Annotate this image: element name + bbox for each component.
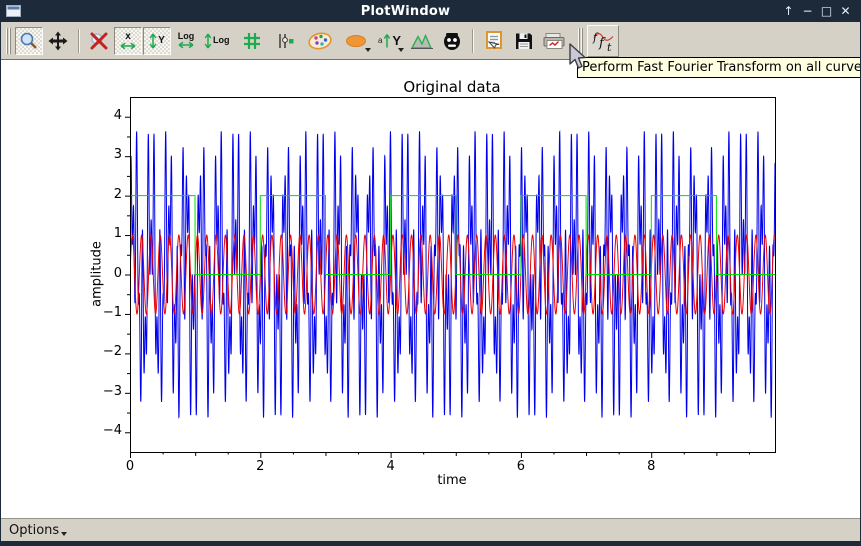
log-x-button[interactable]: Log xyxy=(172,27,200,55)
slider-params-icon xyxy=(275,31,295,51)
plot-curves xyxy=(1,60,861,519)
y-tick-label: −2 xyxy=(86,344,122,359)
shade-button[interactable]: ↑ xyxy=(782,4,795,18)
x-tick-label: 4 xyxy=(376,459,406,474)
y-tick-label: 3 xyxy=(86,147,122,162)
y-axis-arrow-icon: Y xyxy=(149,31,165,51)
x-tick-label: 6 xyxy=(506,459,536,474)
options-button[interactable]: Options xyxy=(9,523,67,538)
x-axis-label: time xyxy=(437,473,466,488)
palette-icon xyxy=(307,31,333,51)
svg-text:t: t xyxy=(607,41,612,54)
fft-icon: f f t xyxy=(590,28,616,54)
y-tick-label: −3 xyxy=(86,384,122,399)
close-button[interactable]: ✕ xyxy=(839,4,852,18)
curve-style-button[interactable] xyxy=(304,27,336,55)
plot-window: PlotWindow ↑ − □ ✕ xyxy=(0,0,861,546)
minimize-button[interactable]: − xyxy=(801,4,814,18)
x-axis-arrow-icon: x xyxy=(118,32,138,50)
save-button[interactable] xyxy=(510,27,538,55)
window-title: PlotWindow xyxy=(21,4,790,19)
curve-stats-button[interactable] xyxy=(407,27,437,55)
curve-sine xyxy=(130,235,775,314)
svg-text:f: f xyxy=(592,31,599,44)
window-controls: ↑ − □ ✕ xyxy=(782,0,852,22)
y-tick-label: 1 xyxy=(86,226,122,241)
toolbar-separator xyxy=(472,29,474,53)
ellipse-icon xyxy=(345,33,369,49)
y-tick-label: −1 xyxy=(86,305,122,320)
y-tick-label: 4 xyxy=(86,108,122,123)
dropdown-caret-icon xyxy=(365,48,371,52)
window-icon xyxy=(6,5,21,17)
fft-button[interactable]: f f t xyxy=(587,25,619,57)
log-x-arrow-icon: Log xyxy=(176,32,196,49)
title-bar: PlotWindow ↑ − □ ✕ xyxy=(1,0,860,22)
curve-square xyxy=(130,196,775,275)
y-axis-scale-button[interactable]: Y xyxy=(143,27,171,55)
curve-multisine xyxy=(130,131,775,418)
dropdown-caret-icon xyxy=(398,48,404,52)
x-tick-label: 2 xyxy=(245,459,275,474)
toolbar-separator xyxy=(78,29,80,53)
copy-to-clipboard-button[interactable] xyxy=(479,27,509,55)
plot-title: Original data xyxy=(403,78,500,96)
plot-canvas[interactable]: Original data time amplitude 02468−4−3−2… xyxy=(1,60,860,519)
dropdown-caret-icon xyxy=(61,532,67,536)
magnifier-icon xyxy=(18,30,40,52)
grid-icon xyxy=(242,31,262,51)
x-axis-scale-button[interactable]: x xyxy=(114,27,142,55)
toolbar-handle[interactable] xyxy=(6,28,11,54)
zoom-button[interactable] xyxy=(15,27,43,55)
cancel-magnifier-icon xyxy=(88,30,110,52)
log-y-button[interactable]: Log xyxy=(201,27,233,55)
toolbar: x Y Log Log xyxy=(1,22,860,60)
x-tick-label: 0 xyxy=(115,459,145,474)
options-label: Options xyxy=(9,523,59,538)
clipboard-icon xyxy=(482,29,506,53)
mouse-cursor-icon xyxy=(564,42,586,72)
tooltip: Perform Fast Fourier Transform on all cu… xyxy=(577,57,861,78)
y-tick-label: −4 xyxy=(86,423,122,438)
histogram-icon xyxy=(410,32,434,50)
grid-button[interactable] xyxy=(238,27,266,55)
y-range-tool-button[interactable]: a Y xyxy=(374,27,406,55)
mask-icon xyxy=(442,31,462,51)
log-y-arrow-icon: Log xyxy=(204,31,230,51)
x-tick-label: 8 xyxy=(636,459,666,474)
status-bar: Options xyxy=(1,518,860,541)
pan-arrows-icon xyxy=(47,30,69,52)
y-tick-label: 2 xyxy=(86,187,122,202)
disable-zoom-button[interactable] xyxy=(85,27,113,55)
floppy-disk-icon xyxy=(514,31,534,51)
mask-tool-button[interactable] xyxy=(438,27,466,55)
y-tick-label: 0 xyxy=(86,266,122,281)
svg-text:f: f xyxy=(598,36,606,51)
axes-params-button[interactable] xyxy=(271,27,299,55)
maximize-button[interactable]: □ xyxy=(820,4,833,18)
ellipse-tool-button[interactable] xyxy=(341,27,373,55)
pan-button[interactable] xyxy=(44,27,72,55)
